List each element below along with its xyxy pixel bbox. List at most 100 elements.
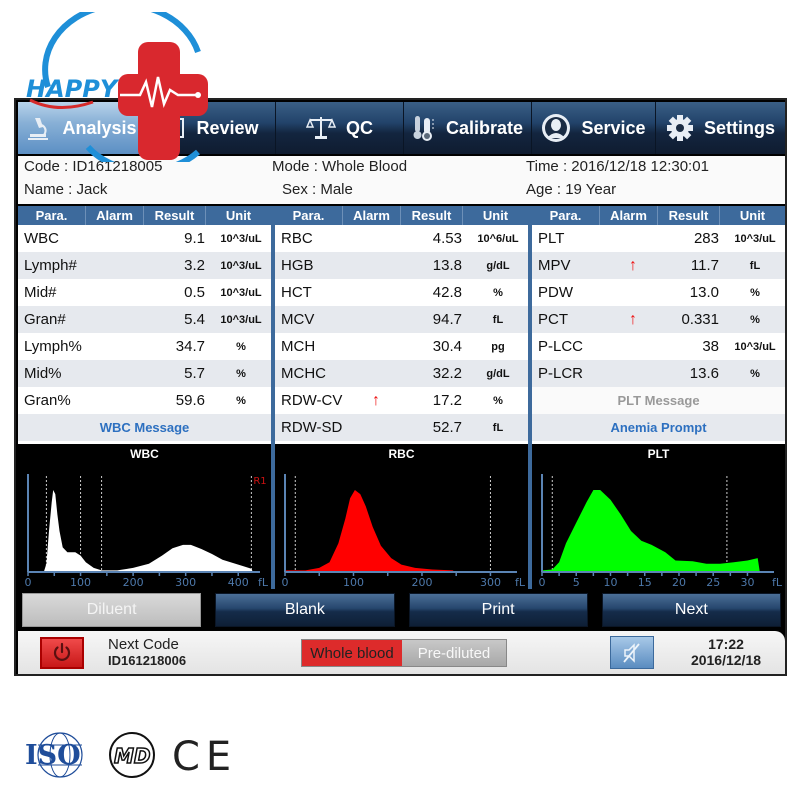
- md-logo: MD: [109, 732, 155, 778]
- unit-label: %: [236, 394, 246, 407]
- param-name: Gran%: [24, 392, 71, 409]
- wbc-message-link[interactable]: WBC Message: [18, 414, 271, 441]
- param-name: P-LCR: [538, 365, 584, 382]
- x-tick-label: 5: [573, 576, 580, 589]
- col-unit: Unit: [739, 208, 766, 223]
- table-row[interactable]: Mid% 5.7%: [18, 360, 271, 387]
- mode-whole-blood[interactable]: Whole blood: [302, 640, 402, 666]
- table-row[interactable]: MPV ↑ 11.7 fL: [532, 252, 785, 279]
- tab-calibrate[interactable]: Calibrate: [404, 102, 532, 154]
- table-header: Para. Alarm Result Unit: [275, 206, 528, 225]
- next-code-value: ID161218006: [108, 653, 187, 668]
- table-row[interactable]: MCH 30.4 pg: [275, 333, 528, 360]
- wbc-rows: WBC 9.1 10^3/uL Lymph# 3.2 10^3/uL Mid# 0.5 10^3…: [18, 225, 271, 414]
- table-row[interactable]: RDW-CV ↑ 17.2%: [275, 387, 528, 414]
- col-result: Result: [144, 206, 206, 225]
- svg-text:ISO: ISO: [25, 740, 81, 771]
- patient-name: Name : Jack: [24, 181, 108, 198]
- table-row[interactable]: PCT ↑ 0.331%: [532, 306, 785, 333]
- param-name: PCT: [538, 311, 568, 328]
- wbc-histogram-plot: 0 100 200 300 400 fL R1: [25, 474, 269, 589]
- table-row[interactable]: Lymph# 3.2 10^3/uL: [18, 252, 271, 279]
- x-tick-label: 300: [175, 576, 196, 589]
- unit-label: %: [493, 286, 503, 299]
- table-row[interactable]: HGB 13.8 g/dL: [275, 252, 528, 279]
- mute-button[interactable]: [610, 636, 654, 669]
- table-row[interactable]: Mid# 0.5 10^3/uL: [18, 279, 271, 306]
- col-alarm: Alarm: [600, 206, 658, 225]
- table-row[interactable]: Lymph% 34.7%: [18, 333, 271, 360]
- result-value: 5.4: [184, 311, 205, 328]
- anemia-prompt-link[interactable]: Anemia Prompt: [532, 414, 785, 441]
- unit-label: 10^3/uL: [734, 232, 776, 245]
- thermometer-icon: [413, 116, 434, 141]
- tab-calibrate-label: Calibrate: [445, 117, 524, 138]
- patient-age: Age : 19 Year: [526, 181, 617, 198]
- certification-logos: ISO MD CE: [22, 730, 262, 780]
- x-unit-label: fL: [515, 576, 526, 589]
- next-code-label: Next Code: [108, 636, 179, 653]
- table-row[interactable]: RBC 4.53 10^6/uL: [275, 225, 528, 252]
- x-tick-label: 200: [411, 576, 432, 589]
- tab-qc[interactable]: QC: [276, 102, 404, 154]
- logo-text: HAPPY: [26, 75, 118, 103]
- col-para: Para.: [532, 206, 600, 225]
- plt-message-link[interactable]: PLT Message: [532, 387, 785, 414]
- param-name: PDW: [538, 284, 573, 301]
- result-value: 94.7: [432, 311, 462, 328]
- sample-time: Time : 2016/12/18 12:30:01: [526, 158, 709, 175]
- next-button[interactable]: Next: [601, 593, 781, 627]
- param-name: MCHC: [281, 365, 326, 382]
- table-row[interactable]: P-LCR 13.6%: [532, 360, 785, 387]
- table-row[interactable]: P-LCC 38 10^3/uL: [532, 333, 785, 360]
- param-name: HGB: [281, 257, 314, 274]
- result-value: 52.7: [432, 419, 462, 436]
- histogram-curve: [285, 490, 455, 572]
- unit-label: %: [493, 394, 503, 407]
- blood-mode-toggle[interactable]: Whole blood Pre-diluted: [301, 639, 507, 667]
- tab-settings[interactable]: Settings: [656, 102, 785, 154]
- table-row[interactable]: WBC 9.1 10^3/uL: [18, 225, 271, 252]
- unit-label: 10^6/uL: [477, 232, 519, 245]
- sample-info: Code : ID161218005 Mode : Whole Blood Ti…: [18, 156, 785, 204]
- table-row[interactable]: MCHC 32.2 g/dL: [275, 360, 528, 387]
- sample-mode: Mode : Whole Blood: [272, 158, 408, 175]
- results-panels: Para. Alarm Result Unit WBC 9.1 10^3/uL Lym…: [18, 206, 785, 444]
- table-row[interactable]: Gran# 5.4 10^3/uL: [18, 306, 271, 333]
- patient-sex: Sex : Male: [282, 181, 353, 198]
- blank-button[interactable]: Blank: [215, 593, 395, 627]
- power-button[interactable]: [40, 637, 84, 669]
- ce-mark: CE: [172, 734, 231, 780]
- col-para: Para.: [275, 206, 343, 225]
- tab-service[interactable]: Service: [532, 102, 656, 154]
- unit-label: %: [236, 340, 246, 353]
- plt-rows: PLT 283 10^3/uL MPV ↑ 11.7 fL PDW 13.0% PCT ↑ 0.331…: [532, 225, 785, 387]
- table-row[interactable]: PLT 283 10^3/uL: [532, 225, 785, 252]
- wbc-results-panel: Para. Alarm Result Unit WBC 9.1 10^3/uL Lym…: [18, 206, 271, 444]
- result-value: 0.331: [681, 311, 719, 328]
- table-row[interactable]: MCV 94.7 fL: [275, 306, 528, 333]
- result-value: 38: [702, 338, 719, 355]
- table-row[interactable]: Gran% 59.6%: [18, 387, 271, 414]
- col-unit: Unit: [225, 208, 252, 223]
- table-row[interactable]: PDW 13.0%: [532, 279, 785, 306]
- param-name: WBC: [24, 230, 59, 247]
- unit-label: g/dL: [486, 259, 510, 272]
- x-tick-label: 100: [70, 576, 91, 589]
- rbc-rows: RBC 4.53 10^6/uL HGB 13.8 g/dL HCT 42.8% MCV 94.7…: [275, 225, 528, 441]
- speaker-muted-icon: [623, 642, 640, 663]
- result-value: 59.6: [175, 392, 205, 409]
- table-header: Para. Alarm Result Unit: [532, 206, 785, 225]
- param-name: RDW-SD: [281, 419, 343, 436]
- result-value: 13.6: [689, 365, 719, 382]
- mode-prediluted[interactable]: Pre-diluted: [402, 640, 506, 666]
- param-name: MCV: [281, 311, 315, 328]
- print-button[interactable]: Print: [408, 593, 588, 627]
- r1-marker: R1: [253, 476, 266, 487]
- result-value: 4.53: [432, 230, 462, 247]
- table-row[interactable]: RDW-SD 52.7 fL: [275, 414, 528, 441]
- col-result: Result: [658, 206, 720, 225]
- table-row[interactable]: HCT 42.8%: [275, 279, 528, 306]
- result-value: 13.0: [689, 284, 719, 301]
- diluent-button[interactable]: Diluent: [22, 593, 202, 627]
